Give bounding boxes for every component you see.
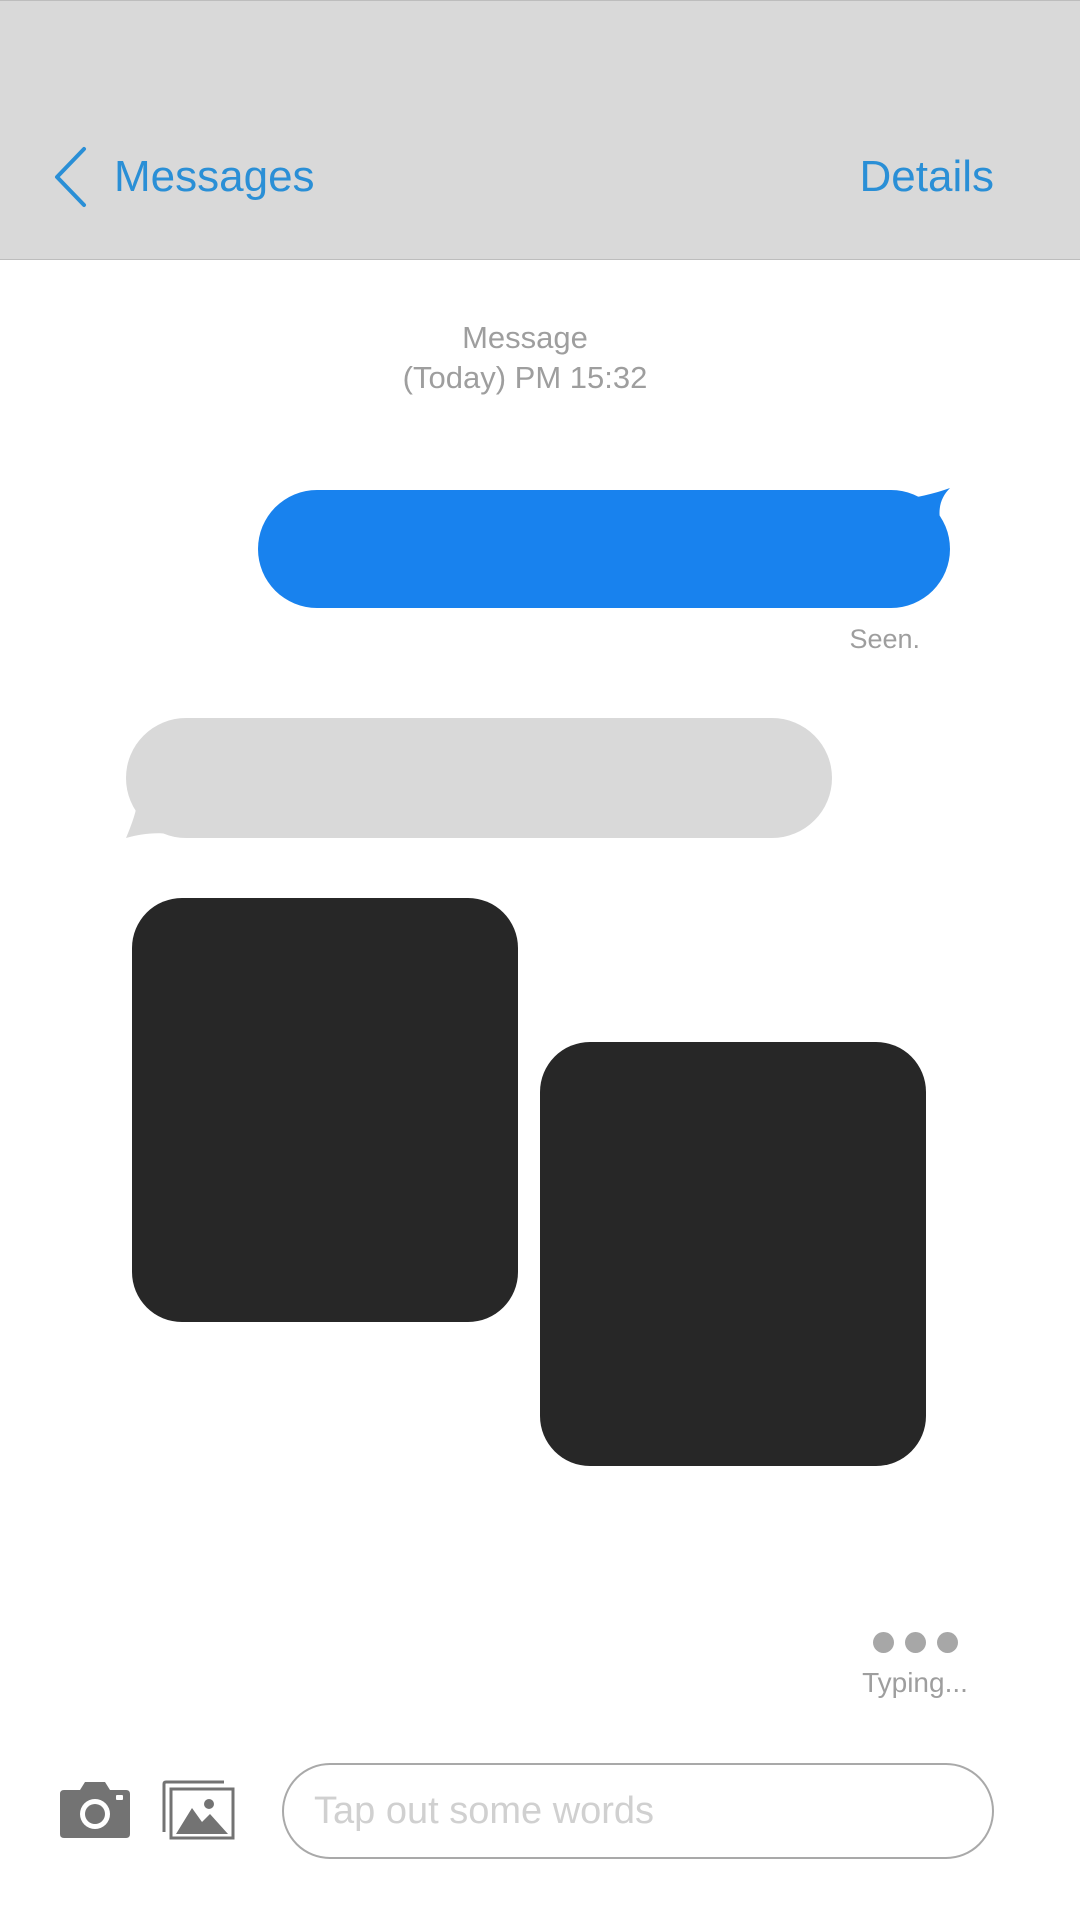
chevron-left-icon — [52, 145, 88, 209]
navigation-header: Messages Details — [0, 0, 1080, 260]
camera-button[interactable] — [58, 1780, 132, 1840]
back-label: Messages — [114, 152, 315, 201]
typing-dot — [936, 1632, 958, 1653]
camera-icon — [60, 1782, 130, 1838]
incoming-message-bubble[interactable] — [126, 718, 832, 838]
timestamp-title: Message — [462, 320, 588, 355]
timestamp-time: (Today) PM 15:32 — [402, 360, 648, 395]
media-message-1[interactable] — [132, 898, 518, 1322]
seen-status: Seen. — [849, 624, 920, 654]
outgoing-bubble-tail — [900, 488, 950, 520]
outgoing-message-bubble[interactable] — [258, 490, 950, 608]
typing-indicator: Typing... — [850, 1632, 980, 1699]
typing-dot — [872, 1632, 894, 1653]
details-button[interactable]: Details — [860, 141, 995, 213]
typing-dot — [904, 1632, 926, 1653]
media-message-2[interactable] — [540, 1042, 926, 1466]
back-button[interactable]: Messages — [52, 141, 315, 213]
message-input[interactable] — [282, 1763, 994, 1859]
typing-dots — [850, 1632, 980, 1653]
conversation-timestamp: Message (Today) PM 15:32 — [0, 318, 1050, 398]
gallery-icon — [162, 1780, 235, 1840]
gallery-button[interactable] — [162, 1780, 236, 1840]
typing-label: Typing... — [862, 1667, 968, 1698]
